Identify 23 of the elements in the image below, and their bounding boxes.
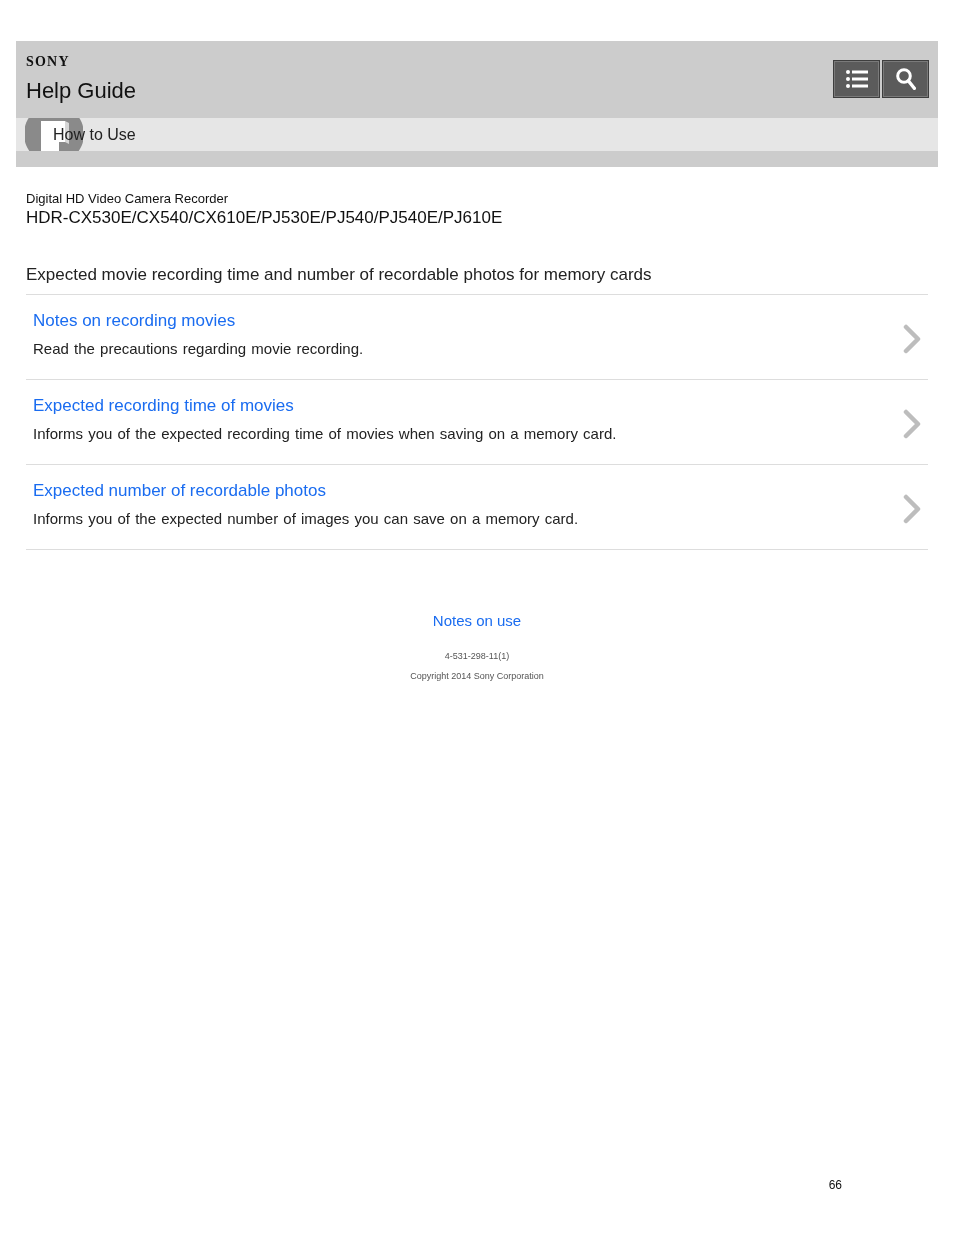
product-category: Digital HD Video Camera Recorder bbox=[26, 191, 230, 207]
topic-description: Informs you of the expected number of images you can save on a memory card. bbox=[33, 510, 579, 528]
topic-description: Read the precautions regarding movie recording. bbox=[33, 340, 364, 358]
list-icon bbox=[845, 70, 868, 88]
chevron-right-icon[interactable] bbox=[903, 324, 921, 354]
topic-link[interactable]: Notes on recording movies bbox=[33, 310, 236, 332]
model-names: HDR-CX530E/CX540/CX610E/PJ530E/PJ540/PJ540E/PJ610E bbox=[26, 208, 504, 228]
page-number: 66 bbox=[828, 1178, 842, 1192]
chevron-right-icon[interactable] bbox=[903, 494, 921, 524]
copyright-text: Copyright 2014 Sony Corporation bbox=[410, 670, 544, 682]
category-label[interactable]: How to Use bbox=[53, 125, 136, 144]
search-button[interactable] bbox=[882, 60, 929, 98]
notes-link[interactable]: Notes on use bbox=[432, 612, 522, 630]
topic-description: Informs you of the expected recording time of movies when saving on a memory card. bbox=[33, 425, 617, 443]
contents-button[interactable] bbox=[833, 60, 880, 98]
chevron-right-icon[interactable] bbox=[903, 409, 921, 439]
brand-logo: SONY bbox=[26, 55, 70, 69]
page-title: Expected movie recording time and number of recordable photos for memory cards bbox=[26, 265, 928, 295]
topic-link[interactable]: Expected number of recordable photos bbox=[33, 480, 326, 502]
search-icon bbox=[895, 68, 916, 90]
document-number: 4-531-298-11(1) bbox=[444, 650, 510, 662]
topic-link[interactable]: Expected recording time of movies bbox=[33, 395, 294, 417]
guide-title: Help Guide bbox=[26, 78, 137, 104]
